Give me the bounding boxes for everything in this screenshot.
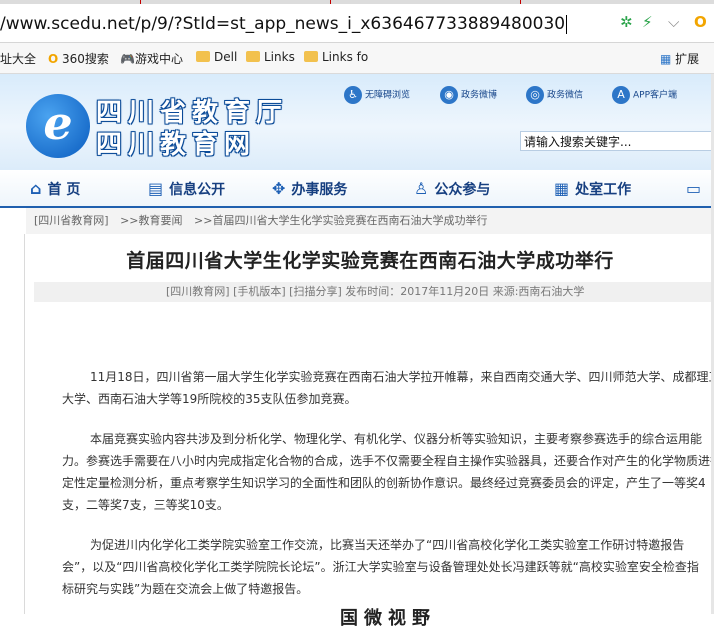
accessibility-link[interactable]: ♿ 无障碍浏览: [344, 86, 410, 104]
app-icon: A: [612, 86, 630, 104]
paragraph-line: 本届竞赛实验内容共涉及到分析化学、物理化学、有机化学、仪器分析等实验知识，主要考…: [90, 432, 703, 446]
app-client-link[interactable]: A APP客户端: [612, 86, 677, 104]
gamepad-icon: 🎮: [120, 52, 135, 66]
dropdown-chevron-icon[interactable]: ⌵: [668, 13, 679, 31]
breadcrumb-current[interactable]: >>首届四川省大学生化学实验竞赛在西南石油大学成功举行: [194, 214, 487, 227]
nav-more-icon[interactable]: ▭: [686, 179, 707, 198]
next-section-heading: 国微视野: [340, 608, 436, 629]
nav-info-public[interactable]: ▤ 信息公开: [148, 179, 225, 199]
monitor-icon: ▭: [686, 179, 702, 198]
grid-icon: ▦: [660, 52, 672, 66]
document-icon: ▤: [148, 179, 164, 198]
nav-services[interactable]: ✥ 办事服务: [272, 179, 347, 199]
main-nav: ⌂ 首 页 ▤ 信息公开 ✥ 办事服务 ♙ 公众参与 ▦ 处室工作 ▭: [0, 170, 714, 208]
extensions-menu[interactable]: ▦ 扩展: [660, 50, 699, 67]
article-body: 11月18日，四川省第一届大学生化学实验竞赛在西南石油大学拉开帷幕，来自西南交通…: [62, 304, 714, 614]
nav-home[interactable]: ⌂ 首 页: [30, 179, 80, 199]
address-bar[interactable]: /www.scedu.net/p/9/?StId=st_app_news_i_x…: [0, 4, 714, 43]
breadcrumb: [四川省教育网] >>教育要闻 >>首届四川省大学生化学实验竞赛在西南石油大学成…: [26, 208, 714, 234]
accessibility-icon: ♿: [344, 86, 362, 104]
bookmark-dell[interactable]: Dell: [196, 50, 237, 64]
article-meta-text: [四川教育网] [手机版本] [扫描分享] 发布时间：2017年11月20日 来…: [166, 285, 585, 298]
weibo-icon: ◉: [440, 86, 458, 104]
nav-public-participation[interactable]: ♙ 公众参与: [414, 179, 490, 199]
paragraph-line: 为促进川内化学化工类学院实验室工作交流，比赛当天还举办了“四川省高校化学化工类实…: [90, 538, 685, 552]
people-icon: ♙: [414, 179, 429, 198]
home-icon: ⌂: [30, 179, 42, 198]
search-input[interactable]: 请输入搜索关键字...: [520, 131, 714, 151]
paragraph-line: 11月18日，四川省第一届大学生化学实验竞赛在西南石油大学拉开帷幕，来自西南交通…: [90, 370, 714, 384]
article-paragraph: 为促进川内化学化工类学院实验室工作交流，比赛当天还举办了“四川省高校化学化工类实…: [62, 534, 699, 600]
nav-department-work[interactable]: ▦ 处室工作: [554, 179, 631, 199]
paragraph-line: 大学、西南石油大学等19所院校的35支队伍参加竞赛。: [62, 392, 357, 406]
paragraph-line: 支，二等奖7支，三等奖10支。: [62, 498, 229, 512]
wechat-icon: ◎: [526, 86, 544, 104]
bookmark-links[interactable]: Links: [246, 50, 295, 64]
paragraph-line: 会”，以及“四川省高校化学化工类学院院长论坛”。浙江大学实验室与设备管理处处长冯…: [62, 560, 699, 574]
url-text[interactable]: /www.scedu.net/p/9/?StId=st_app_news_i_x…: [0, 14, 568, 34]
paragraph-line: 力。参赛选手需要在八小时内完成指定化合物的合成，选手不仅需要全程自主操作实验器具…: [62, 454, 714, 468]
article-title: 首届四川省大学生化学实验竞赛在西南石油大学成功举行: [126, 250, 614, 272]
content-divider: [24, 234, 25, 614]
folder-icon: [246, 51, 260, 62]
weibo-link[interactable]: ◉ 政务微博: [440, 86, 497, 104]
paragraph-line: 定性定量检测分析，重点考察学生知识学习的全面性和团队的创新协作意识。最终经过竞赛…: [62, 476, 706, 490]
folder-icon: [304, 51, 318, 62]
circle-logo-icon: O: [48, 52, 59, 66]
services-icon: ✥: [272, 179, 286, 198]
bookmark-url-nav[interactable]: 址大全: [0, 50, 36, 67]
site-banner: e 四川省教育厅 四川教育网 ♿ 无障碍浏览 ◉ 政务微博 ◎ 政务微信 A APP客户…: [0, 74, 714, 170]
refresh-icon[interactable]: ✲: [620, 13, 633, 31]
breadcrumb-home[interactable]: [四川省教育网]: [34, 214, 109, 227]
search-engine-icon[interactable]: O: [694, 13, 707, 31]
calendar-icon: ▦: [554, 179, 570, 198]
site-logo-icon[interactable]: e: [26, 94, 90, 158]
breadcrumb-news[interactable]: >>教育要闻: [120, 214, 182, 227]
folder-icon: [196, 51, 210, 62]
bookmark-links-fo[interactable]: Links fo: [304, 50, 368, 64]
bookmarks-bar: 址大全 O 360搜索 🎮游戏中心 Dell Links Links fo ▦ …: [0, 43, 714, 74]
wechat-link[interactable]: ◎ 政务微信: [526, 86, 583, 104]
article-paragraph: 11月18日，四川省第一届大学生化学实验竞赛在西南石油大学拉开帷幕，来自西南交通…: [62, 366, 714, 410]
bookmark-360-search[interactable]: O 360搜索: [48, 50, 109, 67]
article-paragraph: 本届竞赛实验内容共涉及到分析化学、物理化学、有机化学、仪器分析等实验知识，主要考…: [62, 428, 714, 516]
site-name-line2: 四川教育网: [96, 130, 257, 160]
paragraph-line: 标研究与实践”为题在交流会上做了特邀报告。: [62, 582, 309, 596]
article-meta: [四川教育网] [手机版本] [扫描分享] 发布时间：2017年11月20日 来…: [34, 282, 714, 302]
bookmark-game-center[interactable]: 🎮游戏中心: [120, 50, 183, 67]
speed-mode-icon[interactable]: ⚡: [642, 13, 653, 31]
